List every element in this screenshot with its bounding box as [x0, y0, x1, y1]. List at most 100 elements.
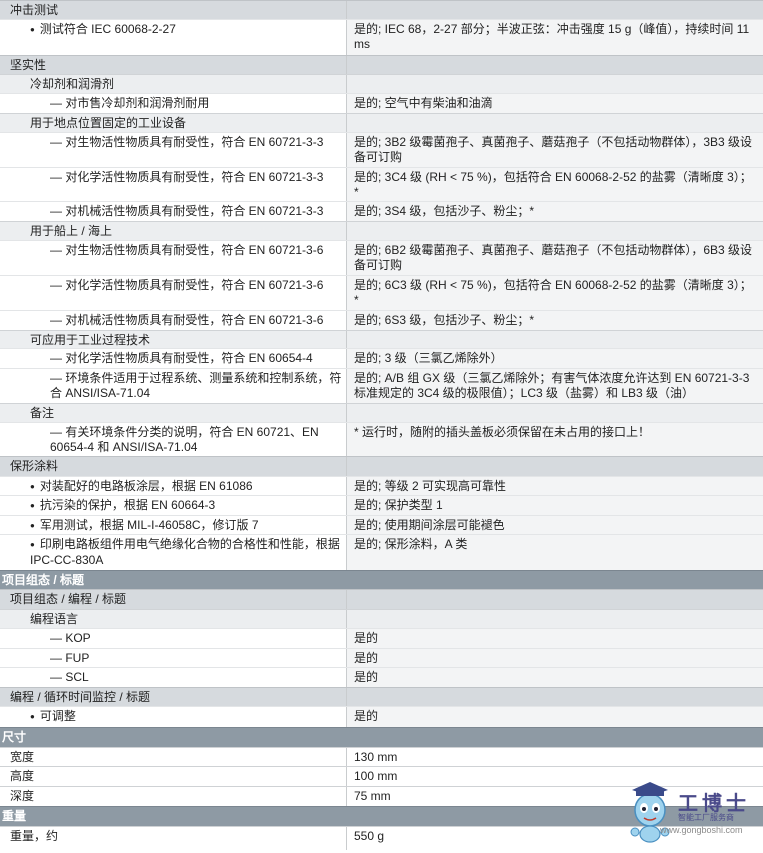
spec-row: 可调整 是的 [0, 706, 763, 727]
subsection-label: 可应用于工业过程技术 [0, 331, 347, 348]
spec-value: 是的; 保形涂料，A 类 [347, 535, 763, 570]
spec-label: 抗污染的保护，根据 EN 60664-3 [0, 496, 347, 515]
spec-value: 是的; 6S3 级，包括沙子、粉尘；* [347, 311, 763, 330]
spec-label: 军用测试，根据 MIL-I-46058C，修订版 7 [0, 516, 347, 534]
section-impact-test: 冲击测试 [0, 0, 763, 19]
spec-label: — 对化学活性物质具有耐受性，符合 EN 60654-4 [0, 349, 347, 368]
group-bar-label: 项目组态 / 标题 [2, 573, 85, 587]
section-value [347, 56, 763, 74]
section-cycle-monitoring: 编程 / 循环时间监控 / 标题 [0, 687, 763, 706]
spec-label: — 环境条件适用于过程系统、测量系统和控制系统，符合 ANSI/ISA-71.0… [0, 369, 347, 403]
spec-label: — 对化学活性物质具有耐受性，符合 EN 60721-3-3 [0, 168, 347, 201]
spec-row: — 对化学活性物质具有耐受性，符合 EN 60721-3-3 是的; 3C4 级… [0, 167, 763, 201]
spec-value: 是的 [347, 649, 763, 667]
spec-row: 军用测试，根据 MIL-I-46058C，修订版 7 是的; 使用期间涂层可能褪… [0, 515, 763, 534]
section-label: 项目组态 / 编程 / 标题 [0, 590, 347, 609]
subsection-process-tech: 可应用于工业过程技术 [0, 330, 763, 348]
spec-value: 是的; 6C3 级 (RH < 75 %)，包括符合 EN 60068-2-52… [347, 276, 763, 310]
spec-value: 是的; 空气中有柴油和油滴 [347, 94, 763, 113]
spec-label: — SCL [0, 668, 347, 687]
subsection-fixed-industrial: 用于地点位置固定的工业设备 [0, 113, 763, 132]
spec-label: 测试符合 IEC 60068-2-27 [0, 20, 347, 55]
spec-row: 测试符合 IEC 60068-2-27 是的; IEC 68，2-27 部分；半… [0, 19, 763, 55]
subsection-label: 编程语言 [0, 610, 347, 628]
spec-row: 对装配好的电路板涂层，根据 EN 61086 是的; 等级 2 可实现高可靠性 [0, 476, 763, 495]
spec-value: 是的; 6B2 级霉菌孢子、真菌孢子、蘑菇孢子（不包括动物群体），6B3 级设备… [347, 241, 763, 275]
spec-row: — 环境条件适用于过程系统、测量系统和控制系统，符合 ANSI/ISA-71.0… [0, 368, 763, 403]
group-bar-dimensions: 尺寸 [0, 727, 763, 747]
spec-row: — 对生物活性物质具有耐受性，符合 EN 60721-3-3 是的; 3B2 级… [0, 132, 763, 167]
spec-row: — 对机械活性物质具有耐受性，符合 EN 60721-3-6 是的; 6S3 级… [0, 310, 763, 330]
spec-label: — 对化学活性物质具有耐受性，符合 EN 60721-3-6 [0, 276, 347, 310]
subsection-value [347, 610, 763, 628]
spec-label: 宽度 [0, 748, 347, 766]
subsection-remarks: 备注 [0, 403, 763, 422]
spec-value: 是的; 使用期间涂层可能褪色 [347, 516, 763, 534]
spec-row: — KOP 是的 [0, 628, 763, 648]
watermark-logo: 工博士 智能工厂服务商 www.gongboshi.com [626, 772, 763, 850]
spec-label: 深度 [0, 787, 347, 806]
group-bar-configuration: 项目组态 / 标题 [0, 570, 763, 589]
spec-value: 130 mm [347, 748, 763, 766]
spec-label: — 对生物活性物质具有耐受性，符合 EN 60721-3-6 [0, 241, 347, 275]
spec-label: 印刷电路板组件用电气绝缘化合物的合格性和性能，根据 IPC-CC-830A [0, 535, 347, 570]
spec-label: — 对市售冷却剂和润滑剂耐用 [0, 94, 347, 113]
spec-row: 宽度 130 mm [0, 747, 763, 766]
spec-value: 是的; 3C4 级 (RH < 75 %)，包括符合 EN 60068-2-52… [347, 168, 763, 201]
spec-value: 是的 [347, 707, 763, 727]
section-value [347, 590, 763, 609]
spec-row: — 对生物活性物质具有耐受性，符合 EN 60721-3-6 是的; 6B2 级… [0, 240, 763, 275]
group-bar-label: 重量 [2, 809, 27, 823]
spec-label: 重量，约 [0, 827, 347, 850]
watermark-url: www.gongboshi.com [660, 825, 743, 835]
spec-label: — 对生物活性物质具有耐受性，符合 EN 60721-3-3 [0, 133, 347, 167]
spec-value: 是的; 3 级（三氯乙烯除外） [347, 349, 763, 368]
spec-label: 对装配好的电路板涂层，根据 EN 61086 [0, 477, 347, 495]
section-label: 编程 / 循环时间监控 / 标题 [0, 688, 347, 706]
section-conformal-coating: 保形涂料 [0, 456, 763, 476]
spec-value: * 运行时，随附的插头盖板必须保留在未占用的接口上！ [347, 423, 763, 456]
subsection-ship-offshore: 用于船上 / 海上 [0, 221, 763, 240]
section-value [347, 1, 763, 19]
watermark-tagline: 智能工厂服务商 [678, 813, 734, 822]
subsection-value [347, 331, 763, 348]
section-value [347, 688, 763, 706]
spec-value: 是的 [347, 629, 763, 648]
spec-value: 是的; 等级 2 可实现高可靠性 [347, 477, 763, 495]
subsection-value [347, 114, 763, 132]
spec-label: — FUP [0, 649, 347, 667]
section-label: 保形涂料 [0, 457, 347, 476]
spec-value: 是的; 3B2 级霉菌孢子、真菌孢子、蘑菇孢子（不包括动物群体），3B3 级设备… [347, 133, 763, 167]
spec-row: — 有关环境条件分类的说明，符合 EN 60721、EN 60654-4 和 A… [0, 422, 763, 456]
subsection-label: 用于地点位置固定的工业设备 [0, 114, 347, 132]
subsection-value [347, 222, 763, 240]
spec-row: — 对市售冷却剂和润滑剂耐用 是的; 空气中有柴油和油滴 [0, 93, 763, 113]
spec-value: 是的 [347, 668, 763, 687]
spec-value: 是的; 3S4 级，包括沙子、粉尘；* [347, 202, 763, 221]
subsection-label: 备注 [0, 404, 347, 422]
subsection-coolant: 冷却剂和润滑剂 [0, 74, 763, 93]
spec-label: — 对机械活性物质具有耐受性，符合 EN 60721-3-6 [0, 311, 347, 330]
group-bar-label: 尺寸 [2, 730, 27, 744]
spec-value: 是的; 保护类型 1 [347, 496, 763, 515]
subsection-label: 冷却剂和润滑剂 [0, 75, 347, 93]
spec-row: — 对化学活性物质具有耐受性，符合 EN 60654-4 是的; 3 级（三氯乙… [0, 348, 763, 368]
spec-row: 抗污染的保护，根据 EN 60664-3 是的; 保护类型 1 [0, 495, 763, 515]
spec-row: — 对化学活性物质具有耐受性，符合 EN 60721-3-6 是的; 6C3 级… [0, 275, 763, 310]
spec-value: 是的; A/B 组 GX 级（三氯乙烯除外；有害气体浓度允许达到 EN 6072… [347, 369, 763, 403]
spec-label: 可调整 [0, 707, 347, 727]
subsection-languages: 编程语言 [0, 609, 763, 628]
spec-sheet: 冲击测试 测试符合 IEC 60068-2-27 是的; IEC 68，2-27… [0, 0, 763, 850]
subsection-value [347, 75, 763, 93]
spec-row: — SCL 是的 [0, 667, 763, 687]
spec-label: — KOP [0, 629, 347, 648]
subsection-label: 用于船上 / 海上 [0, 222, 347, 240]
subsection-value [347, 404, 763, 422]
section-programming-title: 项目组态 / 编程 / 标题 [0, 589, 763, 609]
spec-label: 高度 [0, 767, 347, 786]
spec-label: — 有关环境条件分类的说明，符合 EN 60721、EN 60654-4 和 A… [0, 423, 347, 456]
spec-row: 印刷电路板组件用电气绝缘化合物的合格性和性能，根据 IPC-CC-830A 是的… [0, 534, 763, 570]
section-label: 冲击测试 [0, 1, 347, 19]
spec-label: — 对机械活性物质具有耐受性，符合 EN 60721-3-3 [0, 202, 347, 221]
section-value [347, 457, 763, 476]
